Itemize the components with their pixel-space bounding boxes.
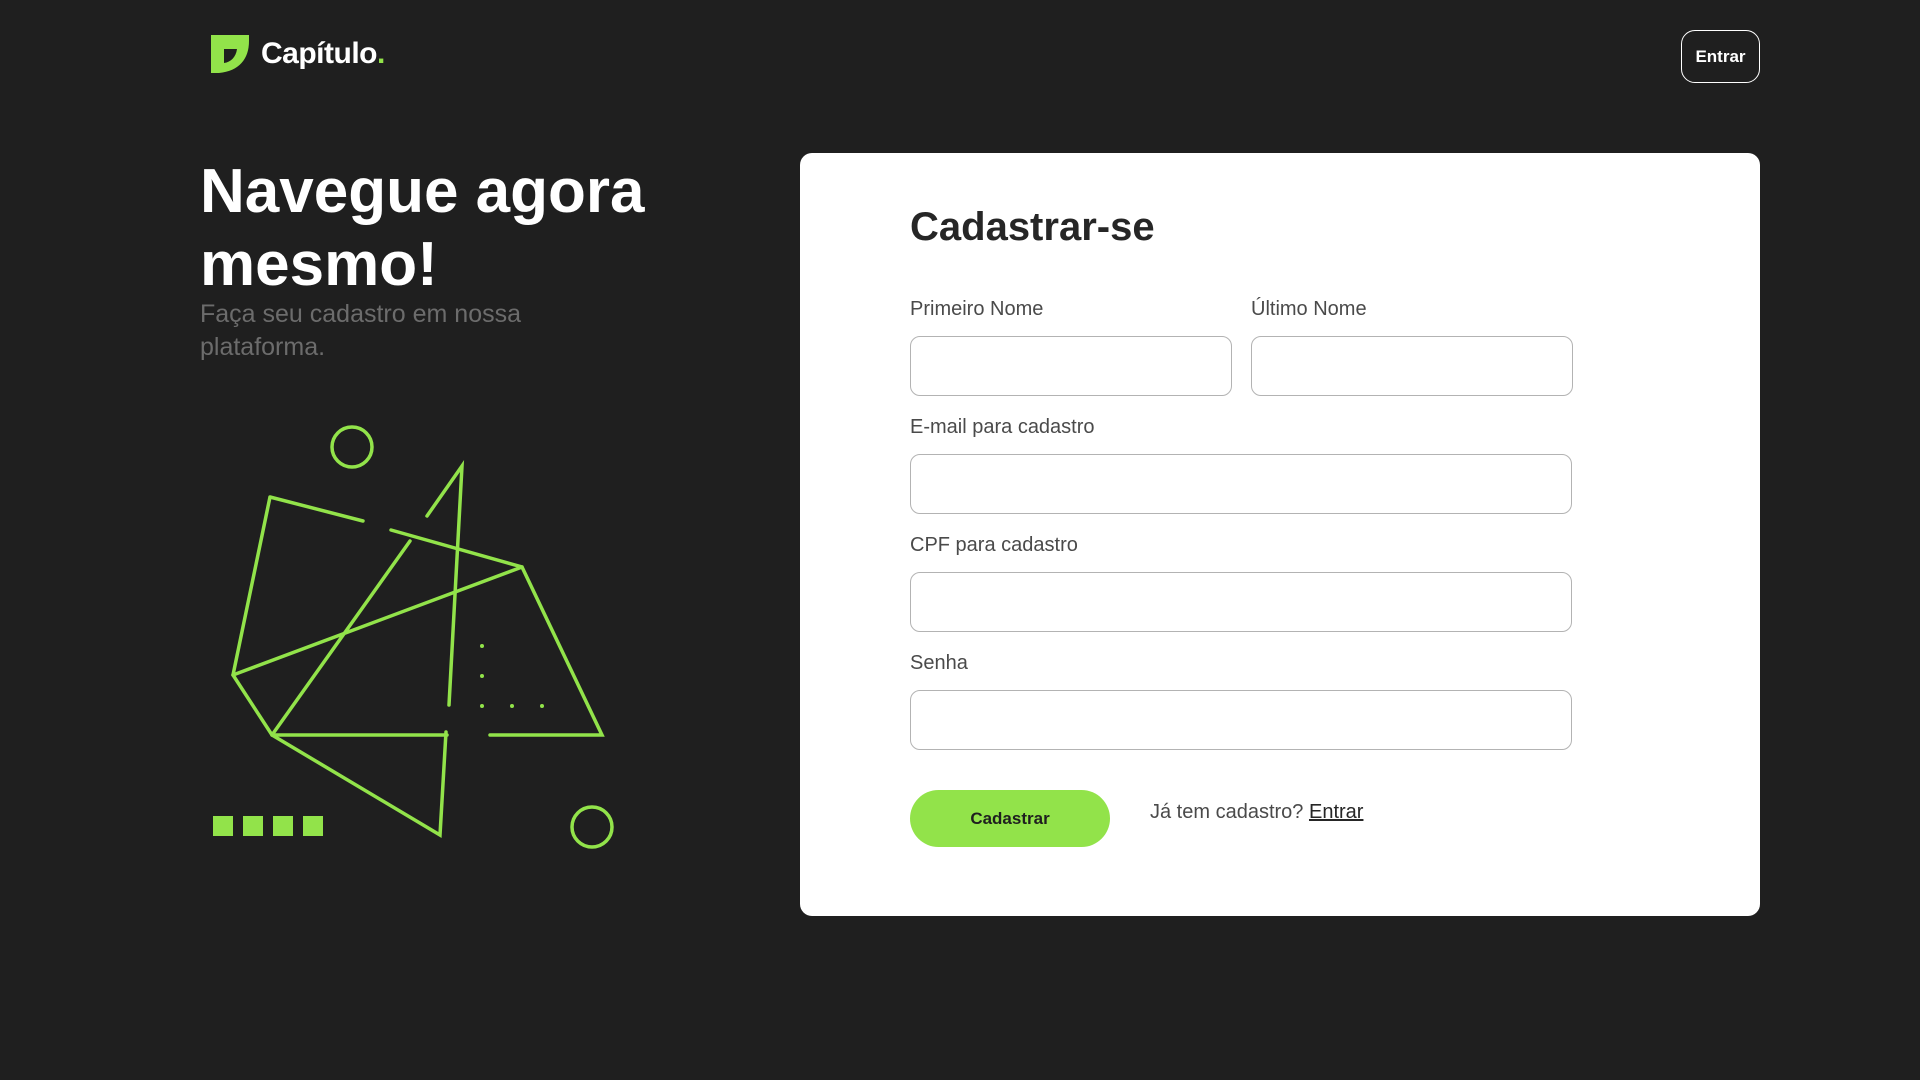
cpf-label: CPF para cadastro [910,534,1078,556]
email-input[interactable] [910,454,1572,514]
cpf-input[interactable] [910,572,1572,632]
spike-lines [425,459,465,707]
login-link[interactable]: Entrar [1309,801,1363,823]
signup-card: Cadastrar-se Primeiro Nome Último Nome E… [800,153,1760,916]
login-prompt: Já tem cadastro? Entrar [1150,801,1363,824]
dot-grid [480,644,544,708]
signup-submit-button[interactable]: Cadastrar [910,790,1110,847]
square-row [213,816,323,836]
login-prompt-text: Já tem cadastro? [1150,801,1304,823]
brand-dot: . [377,37,385,70]
brand-name: Capítulo. [261,37,385,70]
hero-subtitle: Faça seu cadastro em nossa plataforma. [200,300,521,361]
triangle-lines [231,539,524,838]
email-label: E-mail para cadastro [910,416,1095,438]
first-name-input[interactable] [910,336,1232,396]
brand-logo[interactable]: Capítulo. [209,33,385,75]
password-input[interactable] [910,690,1572,750]
last-name-input[interactable] [1251,336,1573,396]
circle-top [330,425,374,469]
geometric-shapes-illustration [213,425,614,849]
circle-bottom [570,805,614,849]
form-title: Cadastrar-se [910,205,1155,249]
signup-page: Capítulo. Entrar Navegue agora mesmo! Fa… [0,0,1920,1080]
header-login-button[interactable]: Entrar [1681,30,1760,83]
book-leaf-icon [211,35,249,73]
first-name-label: Primeiro Nome [910,298,1044,320]
quad-outline [231,495,605,737]
password-label: Senha [910,652,968,674]
hero-title: Navegue agora mesmo! [200,157,645,299]
last-name-label: Último Nome [1251,298,1367,320]
